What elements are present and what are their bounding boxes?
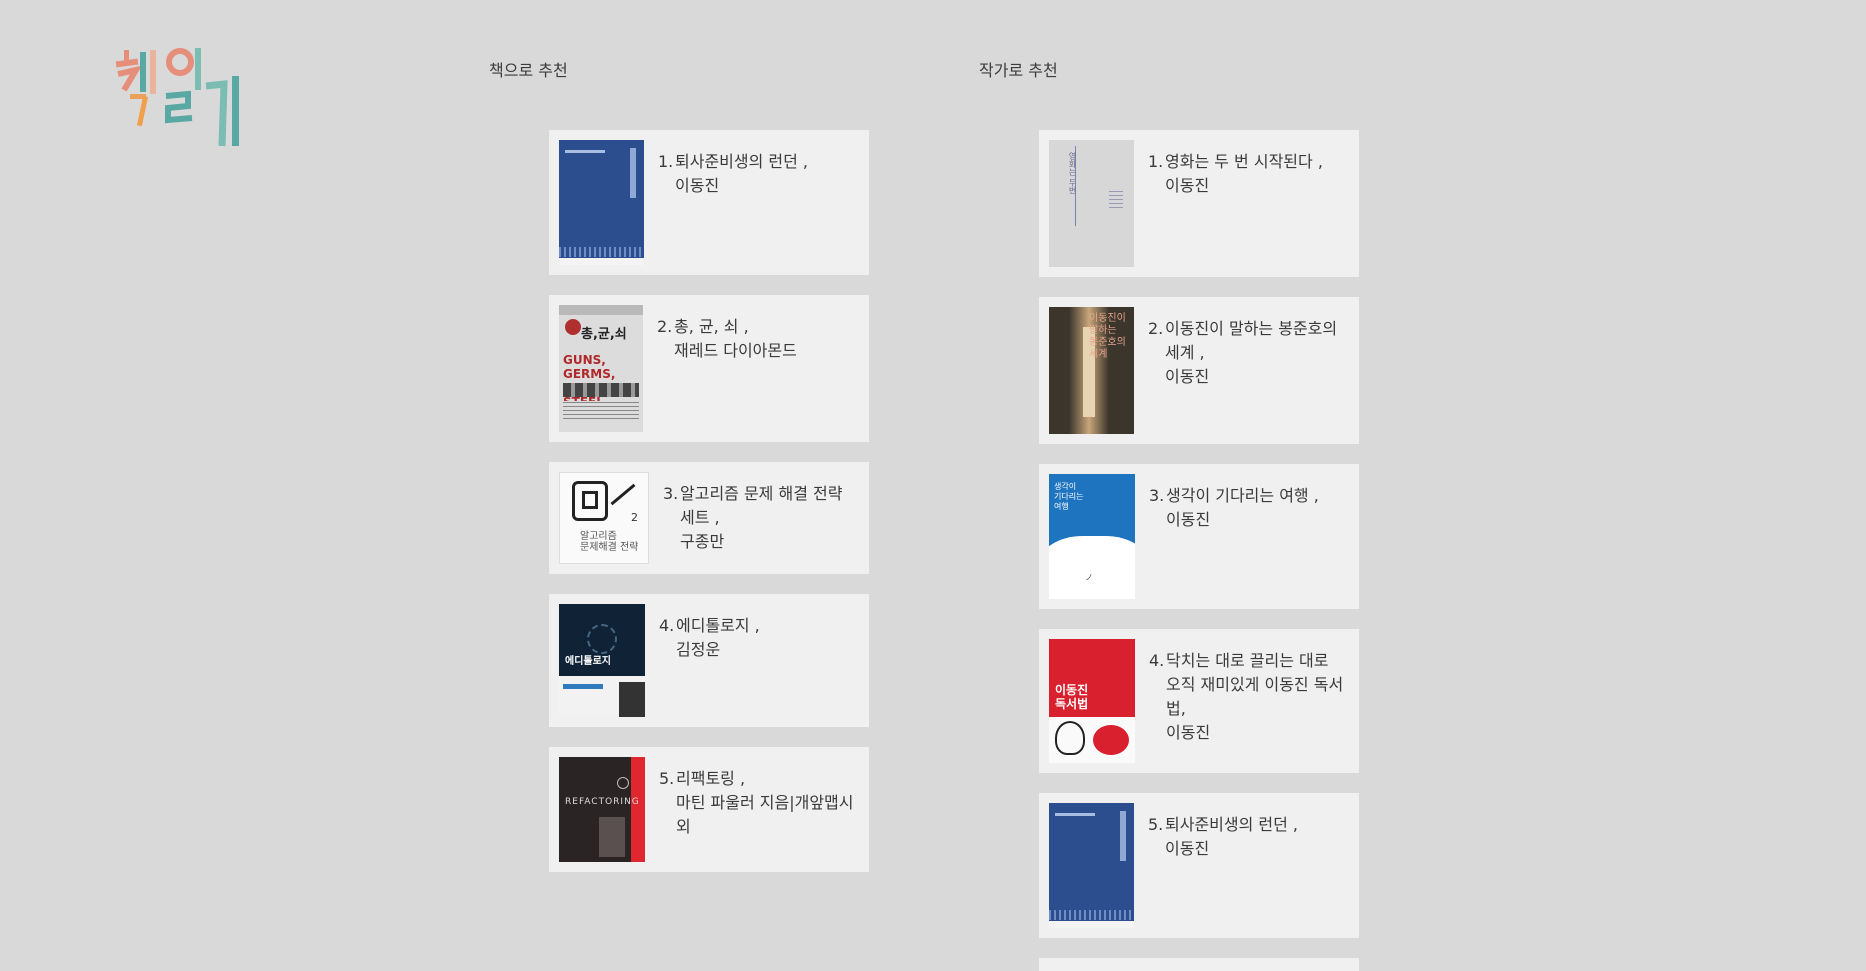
- book-title[interactable]: 총, 균, 쇠 ,: [674, 317, 749, 336]
- book-author: 마틴 파울러 지음|개앞맵시 외: [676, 793, 854, 836]
- book-author: 이동진: [1166, 510, 1211, 529]
- section-title-by-author: 작가로 추천: [979, 61, 1058, 80]
- book-title[interactable]: 에디톨로지 ,: [676, 616, 760, 635]
- book-cover-image[interactable]: [559, 140, 644, 265]
- book-cover-image[interactable]: 2 알고리즘 문제해결 전략: [559, 472, 649, 564]
- book-title[interactable]: 생각이 기다리는 여행 ,: [1166, 486, 1319, 505]
- book-rank: 3.: [663, 484, 679, 503]
- app-logo[interactable]: [110, 46, 250, 151]
- book-rank: 3.: [1149, 486, 1165, 505]
- book-title[interactable]: 리팩토링 ,: [676, 769, 745, 788]
- book-author: 김정운: [676, 640, 721, 659]
- book-title[interactable]: 이동진이 말하는 봉준호의 세계 ,: [1165, 319, 1337, 362]
- book-info: 3. 생각이 기다리는 여행 , 이동진: [1149, 474, 1319, 532]
- book-cover-image[interactable]: 에디톨로지: [559, 604, 645, 717]
- book-author: 이동진: [1166, 723, 1211, 742]
- book-info: 3. 알고리즘 문제 해결 전략 세트 , 구종만: [663, 472, 860, 554]
- book-info: 1. 퇴사준비생의 런던 , 이동진: [658, 140, 808, 198]
- book-author: 이동진: [1165, 367, 1210, 386]
- book-cover-image[interactable]: 총,균,쇠 GUNS, GERMS, AND STEEL: [559, 305, 643, 432]
- book-cover-image[interactable]: 생각이 기다리는 여행 ノ: [1049, 474, 1135, 599]
- book-rank: 1.: [1148, 152, 1164, 171]
- book-author: 이동진: [1165, 176, 1210, 195]
- book-card-4[interactable]: 에디톨로지 4. 에디톨로지 , 김정운: [549, 594, 869, 727]
- book-info: 1. 영화는 두 번 시작된다 , 이동진: [1148, 140, 1323, 198]
- book-cover-image[interactable]: 이동진 독서법: [1049, 639, 1135, 763]
- book-title[interactable]: 닥치는 대로 끌리는 대로 오직 재미있게 이동진 독서법,: [1166, 651, 1343, 718]
- author-book-card-1[interactable]: 영화는 두번 1. 영화는 두 번 시작된다 , 이동진: [1039, 130, 1359, 277]
- book-rank: 2.: [1148, 319, 1164, 338]
- book-rank: 4.: [1149, 651, 1165, 670]
- book-cover-image[interactable]: [1049, 803, 1134, 928]
- book-card-3[interactable]: 2 알고리즘 문제해결 전략 3. 알고리즘 문제 해결 전략 세트 , 구종만: [549, 462, 869, 574]
- book-card-2[interactable]: 총,균,쇠 GUNS, GERMS, AND STEEL 2. 총, 균, 쇠 …: [549, 295, 869, 442]
- book-cover-image[interactable]: 영화는 두번: [1049, 140, 1134, 267]
- book-card-5[interactable]: REFACTORING 5. 리팩토링 , 마틴 파울러 지음|개앞맵시 외: [549, 747, 869, 872]
- author-book-card-2[interactable]: 이동진이 말하는 봉준호의 세계 2. 이동진이 말하는 봉준호의 세계 , 이동진: [1039, 297, 1359, 444]
- book-author: 이동진: [1165, 839, 1210, 858]
- book-info: 4. 에디톨로지 , 김정운: [659, 604, 760, 662]
- book-info: 2. 총, 균, 쇠 , 재레드 다이아몬드: [657, 305, 797, 363]
- book-info: 5. 리팩토링 , 마틴 파울러 지음|개앞맵시 외: [659, 757, 856, 839]
- author-book-card-4[interactable]: 이동진 독서법 4. 닥치는 대로 끌리는 대로 오직 재미있게 이동진 독서법,…: [1039, 629, 1359, 773]
- book-rank: 4.: [659, 616, 675, 635]
- book-card-1[interactable]: 1. 퇴사준비생의 런던 , 이동진: [549, 130, 869, 275]
- book-author: 재레드 다이아몬드: [674, 341, 797, 360]
- book-author: 이동진: [675, 176, 720, 195]
- book-cover-image[interactable]: 이동진이 말하는 봉준호의 세계: [1049, 307, 1134, 434]
- section-title-by-book: 책으로 추천: [489, 61, 568, 80]
- book-cover-image[interactable]: REFACTORING: [559, 757, 645, 862]
- book-title[interactable]: 영화는 두 번 시작된다 ,: [1165, 152, 1323, 171]
- book-rank: 5.: [1148, 815, 1164, 834]
- book-info: 5. 퇴사준비생의 런던 , 이동진: [1148, 803, 1298, 861]
- author-book-card-6-partial[interactable]: [1039, 958, 1359, 971]
- author-book-card-3[interactable]: 생각이 기다리는 여행 ノ 3. 생각이 기다리는 여행 , 이동진: [1039, 464, 1359, 609]
- author-book-card-5[interactable]: 5. 퇴사준비생의 런던 , 이동진: [1039, 793, 1359, 938]
- book-title[interactable]: 퇴사준비생의 런던 ,: [675, 152, 808, 171]
- book-rank: 5.: [659, 769, 675, 788]
- book-info: 2. 이동진이 말하는 봉준호의 세계 , 이동진: [1148, 307, 1345, 389]
- book-info: 4. 닥치는 대로 끌리는 대로 오직 재미있게 이동진 독서법, 이동진: [1149, 639, 1346, 745]
- book-rank: 2.: [657, 317, 673, 336]
- book-title[interactable]: 퇴사준비생의 런던 ,: [1165, 815, 1298, 834]
- book-rank: 1.: [658, 152, 674, 171]
- book-author: 구종만: [680, 532, 725, 551]
- book-title[interactable]: 알고리즘 문제 해결 전략 세트 ,: [680, 484, 842, 527]
